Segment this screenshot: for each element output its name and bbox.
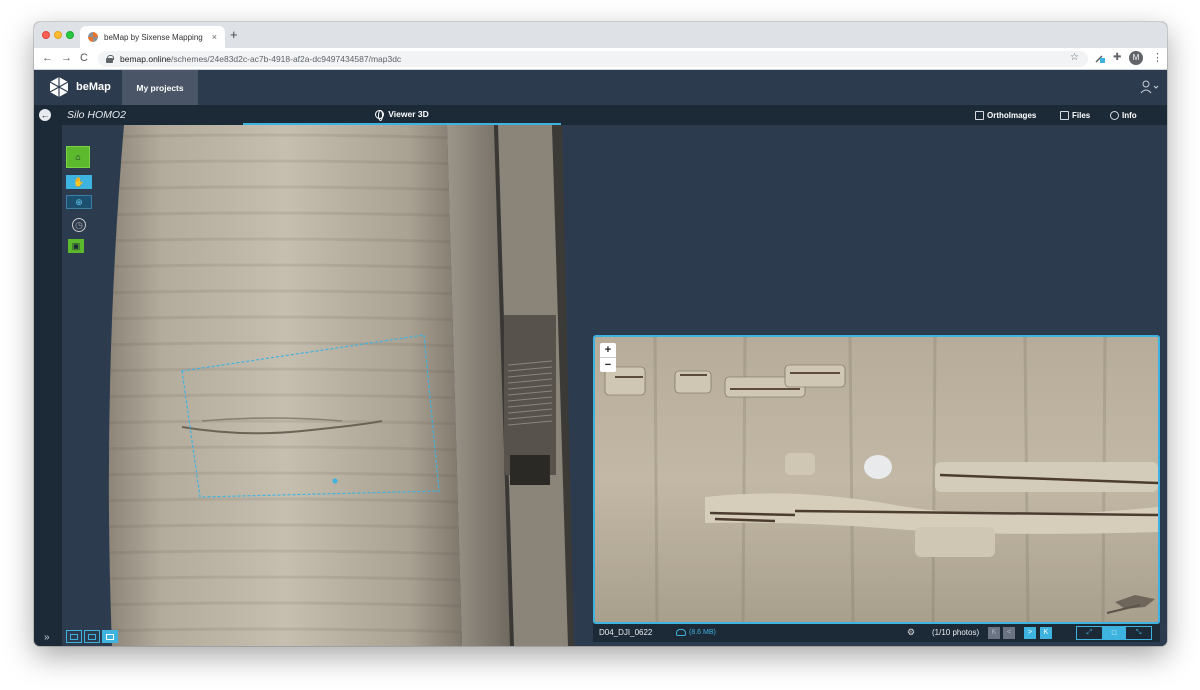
- info-icon: [1110, 110, 1119, 120]
- maximize-window-button[interactable]: [66, 31, 74, 39]
- browser-window: beMap by Sixense Mapping × + ← → C bemap…: [34, 22, 1167, 646]
- photo-filename: D04_DJI_0622: [599, 628, 653, 637]
- globe-icon: [375, 109, 385, 121]
- tab-orthoimages[interactable]: OrthoImages: [975, 105, 1036, 125]
- tab-info-label: Info: [1122, 110, 1137, 120]
- photo-filter-icon[interactable]: ⚙: [907, 627, 915, 638]
- back-to-projects-icon[interactable]: ←: [39, 109, 51, 121]
- target-tool-button[interactable]: ⊕: [66, 195, 92, 209]
- photo-size-toggle: ⤢ □ ⤡: [1076, 626, 1152, 640]
- url-host: bemap.online: [120, 54, 172, 64]
- tab-files[interactable]: Files: [1060, 105, 1090, 125]
- my-projects-button[interactable]: My projects: [122, 70, 198, 105]
- project-title: Silo HOMO2: [67, 109, 126, 121]
- tab-viewer-3d[interactable]: Viewer 3D: [243, 105, 561, 125]
- lock-icon: [106, 55, 114, 63]
- first-photo-button[interactable]: K: [988, 627, 1000, 639]
- extension-icon[interactable]: [1095, 53, 1105, 63]
- expand-sidebar-icon[interactable]: »: [44, 632, 50, 643]
- tab-orthoimages-label: OrthoImages: [987, 110, 1037, 120]
- map-icon: [975, 110, 984, 120]
- url-field[interactable]: bemap.online/schemes/24e83d2c-ac7b-4918-…: [98, 51, 1088, 67]
- photo-tool-button[interactable]: ▣: [68, 239, 84, 253]
- browser-tab-strip: beMap by Sixense Mapping × +: [34, 22, 1167, 48]
- view-mode-map-button[interactable]: [84, 630, 100, 643]
- new-tab-button[interactable]: +: [230, 28, 238, 42]
- url-path: /schemes/24e83d2c-ac7b-4918-af2a-dc94974…: [171, 54, 402, 64]
- last-photo-button[interactable]: K: [1040, 627, 1052, 639]
- browser-tab[interactable]: beMap by Sixense Mapping ×: [80, 26, 225, 48]
- photo-size-small-button[interactable]: ⤡: [1126, 627, 1151, 639]
- measure-tool-button[interactable]: ◷: [72, 218, 86, 232]
- minimize-window-button[interactable]: [54, 31, 62, 39]
- prev-photo-button[interactable]: <: [1003, 627, 1015, 639]
- puzzle-extensions-icon[interactable]: ✚: [1113, 52, 1121, 63]
- next-photo-button[interactable]: >: [1024, 627, 1036, 639]
- reload-icon[interactable]: C: [80, 52, 88, 65]
- photo-size-medium-button[interactable]: □: [1101, 627, 1127, 639]
- url-text: bemap.online/schemes/24e83d2c-ac7b-4918-…: [120, 54, 401, 64]
- bemap-favicon-icon: [88, 32, 98, 42]
- photo-filesize[interactable]: (8.6 MB): [689, 629, 716, 636]
- user-account-icon[interactable]: [1140, 80, 1160, 94]
- left-side-strip: »: [34, 125, 62, 646]
- photo-size-large-button[interactable]: ⤢: [1077, 627, 1102, 639]
- forward-arrow-icon[interactable]: →: [61, 52, 72, 65]
- tab-files-label: Files: [1072, 110, 1091, 120]
- view-mode-3d-button[interactable]: [102, 630, 118, 643]
- bookmark-star-icon[interactable]: ☆: [1070, 52, 1079, 63]
- cloud-download-icon[interactable]: [676, 629, 686, 636]
- app-header: beMap My projects: [34, 70, 1167, 105]
- zoom-in-button[interactable]: +: [600, 343, 616, 357]
- tab-title: beMap by Sixense Mapping: [104, 32, 203, 42]
- brand-name: beMap: [76, 81, 111, 93]
- image-icon: [70, 633, 78, 640]
- project-subheader: ← Silo HOMO2 Viewer 3D OrthoImages Files…: [34, 105, 1167, 125]
- tab-viewer-3d-label: Viewer 3D: [388, 109, 429, 119]
- back-arrow-icon[interactable]: ←: [42, 52, 53, 65]
- address-bar: ← → C bemap.online/schemes/24e83d2c-ac7b…: [34, 48, 1167, 70]
- pan-tool-button[interactable]: ✋: [66, 175, 92, 189]
- zoom-controls: + −: [600, 343, 616, 372]
- drone-photo[interactable]: [595, 337, 1158, 622]
- browser-menu-icon[interactable]: ⋮: [1152, 51, 1163, 64]
- profile-avatar[interactable]: M: [1129, 51, 1143, 65]
- cube-icon: [106, 633, 114, 640]
- view-mode-switch: [66, 630, 118, 643]
- tab-close-icon[interactable]: ×: [212, 32, 217, 42]
- files-icon: [1060, 110, 1069, 120]
- map-icon: [88, 633, 96, 640]
- close-window-button[interactable]: [42, 31, 50, 39]
- photo-viewer-panel[interactable]: + −: [593, 335, 1160, 624]
- bemap-logo-icon: [49, 77, 69, 97]
- photo-count: (1/10 photos): [932, 628, 980, 637]
- home-view-button[interactable]: ⌂: [66, 146, 90, 168]
- photo-footer-bar: D04_DJI_0622 (8.6 MB) ⚙ (1/10 photos) K …: [593, 624, 1160, 642]
- view-mode-image-button[interactable]: [66, 630, 82, 643]
- tab-info[interactable]: Info: [1110, 105, 1137, 125]
- zoom-out-button[interactable]: −: [600, 358, 616, 372]
